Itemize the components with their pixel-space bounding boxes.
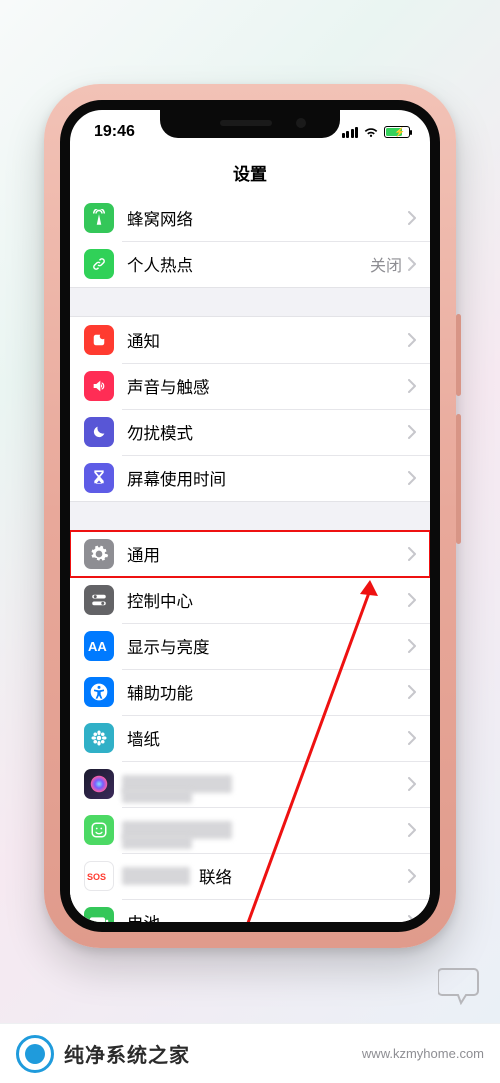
antenna-icon [84,203,114,233]
settings-row-battery[interactable]: 电池 [70,899,430,932]
phone-frame: 19:46 ⚡ 设置 蜂窝网络个人热点关闭通知声音与触感勿扰模式屏幕使用时间通用… [44,84,456,948]
redacted-label [122,867,190,885]
chevron-right-icon [408,593,416,607]
settings-row-controlcenter[interactable]: 控制中心 [70,577,430,623]
settings-row-dnd[interactable]: 勿扰模式 [70,409,430,455]
settings-row-siri[interactable] [70,761,430,807]
hourglass-icon [84,463,114,493]
moon-icon [84,417,114,447]
status-time: 19:46 [94,123,135,141]
chevron-right-icon [408,777,416,791]
chevron-right-icon [408,915,416,929]
row-label: 墙纸 [127,726,408,750]
switches-icon [84,585,114,615]
watermark-logo-icon [16,1035,54,1073]
sos-icon: SOS [84,861,114,891]
settings-list: 蜂窝网络个人热点关闭通知声音与触感勿扰模式屏幕使用时间通用控制中心 AA 显示与亮度… [70,195,430,932]
chevron-right-icon [408,333,416,347]
notch [160,108,340,138]
settings-row-cellular[interactable]: 蜂窝网络 [70,195,430,241]
svg-text:SOS: SOS [87,872,106,882]
chevron-right-icon [408,639,416,653]
settings-row-sos[interactable]: SOS联络 [70,853,430,899]
gear-icon [84,539,114,569]
phone-screen: 19:46 ⚡ 设置 蜂窝网络个人热点关闭通知声音与触感勿扰模式屏幕使用时间通用… [60,100,440,932]
chevron-right-icon [408,685,416,699]
battery-icon [84,907,114,932]
chevron-right-icon [408,823,416,837]
row-label: 通用 [127,542,408,566]
row-detail: 关闭 [370,252,402,276]
svg-text:AA: AA [88,639,107,654]
settings-row-sounds[interactable]: 声音与触感 [70,363,430,409]
group-separator [70,501,430,531]
row-label: 个人热点 [127,252,370,276]
settings-row-general[interactable]: 通用 [70,531,430,577]
speech-bubble-icon [438,965,482,1005]
chevron-right-icon [408,471,416,485]
chevron-right-icon [408,379,416,393]
signal-icon [342,127,359,138]
chevron-right-icon [408,731,416,745]
row-label: 显示与亮度 [127,634,408,658]
settings-row-accessibility[interactable]: 辅助功能 [70,669,430,715]
group-separator [70,287,430,317]
row-label: 控制中心 [127,588,408,612]
row-label: 通知 [127,328,408,352]
flower-icon [84,723,114,753]
speaker-icon [84,371,114,401]
battery-icon: ⚡ [384,126,410,138]
watermark-brand: 纯净系统之家 [64,1039,190,1068]
settings-row-display[interactable]: AA 显示与亮度 [70,623,430,669]
notification-icon [84,325,114,355]
text-size-icon: AA [84,631,114,661]
settings-row-faceid[interactable] [70,807,430,853]
wifi-icon [363,126,379,138]
chevron-right-icon [408,547,416,561]
row-label: 声音与触感 [127,374,408,398]
chevron-right-icon [408,211,416,225]
settings-row-hotspot[interactable]: 个人热点关闭 [70,241,430,287]
chevron-right-icon [408,257,416,271]
row-label: 电池 [127,910,408,932]
chevron-right-icon [408,425,416,439]
siri-icon [84,769,114,799]
settings-row-wallpaper[interactable]: 墙纸 [70,715,430,761]
status-indicators: ⚡ [342,126,411,138]
watermark-url: www.kzmyhome.com [362,1046,484,1061]
row-label: 辅助功能 [127,680,408,704]
row-label: 屏幕使用时间 [127,466,408,490]
row-label: 蜂窝网络 [127,206,408,230]
page-title: 设置 [70,154,430,195]
settings-row-notifications[interactable]: 通知 [70,317,430,363]
row-label: 勿扰模式 [127,420,408,444]
chevron-right-icon [408,869,416,883]
settings-row-screentime[interactable]: 屏幕使用时间 [70,455,430,501]
watermark-footer: 纯净系统之家 www.kzmyhome.com [0,1023,500,1083]
link-icon [84,249,114,279]
face-icon [84,815,114,845]
accessibility-icon [84,677,114,707]
